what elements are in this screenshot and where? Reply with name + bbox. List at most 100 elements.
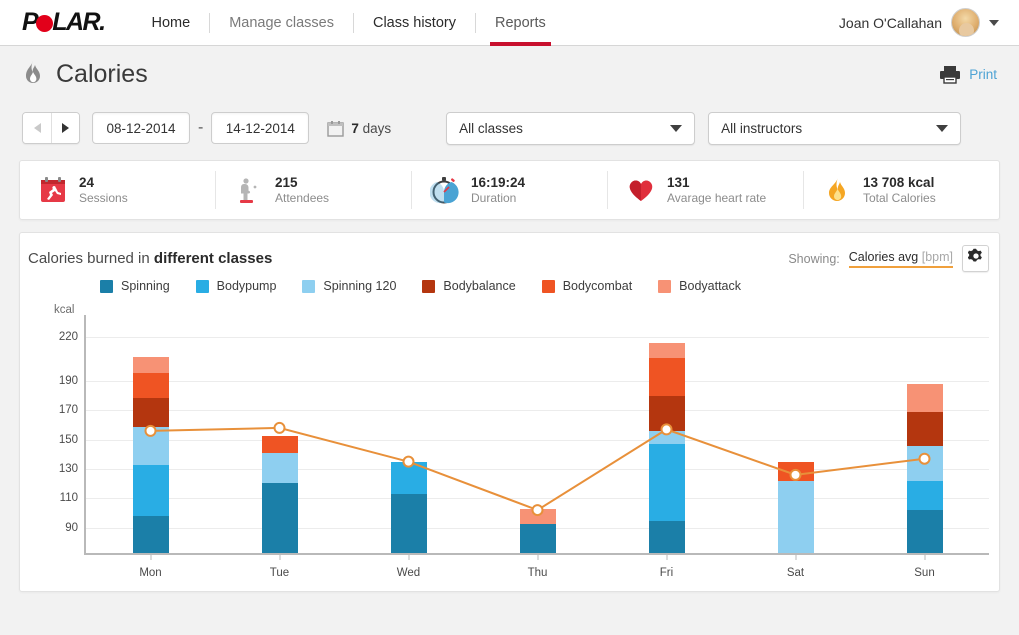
legend-item[interactable]: Bodyattack: [658, 279, 741, 293]
showing-control: Showing: Calories avg [bpm]: [788, 245, 989, 272]
legend-label: Bodybalance: [443, 279, 516, 293]
stat-value: 13 708 kcal: [863, 174, 935, 190]
date-range-dash: -: [198, 119, 204, 136]
stacked-bar[interactable]: [648, 343, 685, 553]
filter-bar: - 7 days All classes All instructors: [0, 102, 1019, 154]
showing-unit: [bpm]: [921, 249, 953, 264]
bar-segment[interactable]: [648, 520, 685, 553]
nav-item-reports[interactable]: Reports: [476, 0, 565, 46]
date-to-input[interactable]: [211, 112, 310, 144]
printer-icon: [939, 65, 961, 84]
chart-settings-button[interactable]: [962, 245, 989, 272]
chart-panel: Calories burned in different classes Sho…: [19, 232, 1000, 592]
legend-item[interactable]: Bodypump: [195, 279, 276, 293]
bar-segment[interactable]: [777, 462, 814, 482]
bar-segment[interactable]: [132, 426, 169, 466]
legend-item[interactable]: Bodybalance: [422, 279, 516, 293]
bar-group[interactable]: Thu: [473, 315, 602, 579]
prev-period-button[interactable]: [23, 113, 51, 143]
chevron-down-icon[interactable]: [989, 19, 999, 26]
nav-items: Home Manage classes Class history Report…: [133, 0, 565, 46]
bar-segment[interactable]: [132, 356, 169, 373]
bar-group[interactable]: Mon: [86, 315, 215, 579]
x-axis-label: Tue: [269, 567, 290, 579]
bar-segment[interactable]: [648, 444, 685, 521]
legend-swatch: [302, 279, 316, 293]
print-button[interactable]: Print: [939, 65, 997, 84]
bar-group[interactable]: Sat: [731, 315, 860, 579]
stacked-bar[interactable]: [390, 462, 427, 553]
stat-sessions: 24 Sessions: [20, 171, 215, 209]
nav-item-home[interactable]: Home: [133, 0, 210, 45]
page-header: Calories Print: [0, 46, 1019, 102]
stat-average-heart-rate: 131 Avarage heart rate: [607, 171, 803, 209]
bar-segment[interactable]: [906, 445, 943, 482]
bar-group[interactable]: Fri: [602, 315, 731, 579]
date-from-input[interactable]: [92, 112, 190, 144]
bar-segment[interactable]: [648, 431, 685, 445]
gear-icon: [967, 248, 984, 269]
legend-label: Bodyattack: [679, 279, 742, 293]
bar-segment[interactable]: [906, 384, 943, 413]
bar-segment[interactable]: [261, 435, 298, 454]
bar-segment[interactable]: [261, 453, 298, 483]
stacked-bar[interactable]: [777, 462, 814, 553]
stacked-bar[interactable]: [519, 509, 556, 553]
bar-segment[interactable]: [390, 494, 427, 553]
stat-label: Sessions: [79, 190, 128, 205]
bar-segment[interactable]: [906, 412, 943, 446]
chevron-down-icon: [936, 124, 949, 132]
class-filter-value: All classes: [459, 120, 523, 136]
instructor-filter-select[interactable]: All instructors: [708, 111, 962, 145]
days-count-value: 7: [351, 120, 359, 136]
stacked-bar[interactable]: [132, 356, 169, 553]
legend-label: Spinning 120: [323, 279, 397, 293]
stat-label: Total Calories: [863, 190, 936, 205]
stacked-bar[interactable]: [906, 384, 943, 553]
bar-segment[interactable]: [132, 397, 169, 427]
stacked-bar[interactable]: [261, 435, 298, 553]
bar-segment[interactable]: [519, 509, 556, 524]
date-span-indicator: 7 days: [327, 120, 391, 137]
stat-duration: 16:19:24 Duration: [411, 171, 607, 209]
x-axis-label: Wed: [396, 567, 421, 579]
bar-segment[interactable]: [132, 372, 169, 398]
bar-segment[interactable]: [906, 481, 943, 511]
x-axis-label: Sun: [914, 567, 935, 579]
bar-segment[interactable]: [648, 357, 685, 397]
legend-item[interactable]: Spinning: [100, 279, 170, 293]
chevron-down-icon: [670, 124, 683, 132]
legend-label: Bodycombat: [562, 279, 633, 293]
showing-label: Showing:: [788, 251, 840, 266]
legend-item[interactable]: Bodycombat: [541, 279, 633, 293]
legend-swatch: [422, 279, 436, 293]
chart-grid: Mon Tue Wed Thu Fri Sat Sun: [84, 315, 989, 579]
showing-value[interactable]: Calories avg [bpm]: [848, 249, 953, 268]
bar-segment[interactable]: [777, 481, 814, 553]
bar-segment[interactable]: [132, 465, 169, 517]
calendar-icon: [327, 120, 345, 137]
bar-segment[interactable]: [648, 343, 685, 358]
bar-segment[interactable]: [519, 523, 556, 553]
bar-segment[interactable]: [261, 482, 298, 553]
bar-segment[interactable]: [390, 462, 427, 495]
user-menu[interactable]: Joan O'Callahan: [839, 8, 1003, 37]
days-count-label: 7 days: [351, 121, 391, 136]
bar-segment[interactable]: [132, 516, 169, 553]
y-axis-tick-label: 190: [58, 375, 78, 387]
next-period-button[interactable]: [51, 113, 79, 143]
bar-group[interactable]: Sun: [860, 315, 989, 579]
legend-swatch: [195, 279, 209, 293]
nav-item-manage-classes[interactable]: Manage classes: [210, 0, 353, 45]
class-filter-select[interactable]: All classes: [446, 111, 696, 145]
y-axis-tick-label: 90: [65, 521, 78, 534]
bar-segment[interactable]: [648, 396, 685, 432]
legend-item[interactable]: Spinning 120: [302, 279, 396, 293]
polar-logo[interactable]: P LAR.: [22, 8, 106, 37]
bar-segment[interactable]: [906, 510, 943, 553]
bar-group[interactable]: Tue: [215, 315, 344, 579]
nav-item-class-history[interactable]: Class history: [354, 0, 475, 45]
instructor-filter-value: All instructors: [721, 120, 803, 136]
logo-dot: [36, 15, 54, 32]
bar-group[interactable]: Wed: [344, 315, 473, 579]
